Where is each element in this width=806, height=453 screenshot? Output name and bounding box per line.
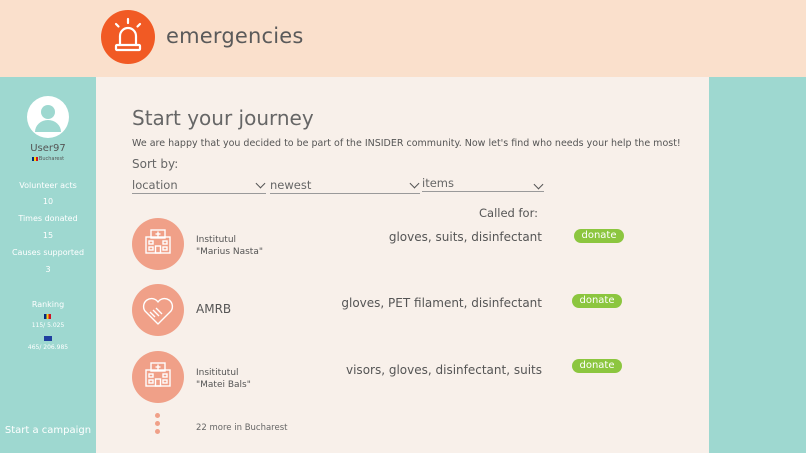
sort-location-select[interactable]: location: [132, 178, 266, 194]
org-name-line2: "Marius Nasta": [196, 247, 263, 257]
org-name-line1: Insititutul: [196, 368, 239, 378]
romania-flag-icon: [31, 156, 38, 161]
donate-button[interactable]: donate: [574, 229, 624, 243]
org-needs: visors, gloves, disinfectant, suits: [346, 363, 542, 377]
times-donated-value: 15: [42, 231, 54, 240]
ranking-label: Ranking: [31, 300, 65, 309]
sort-items-select[interactable]: items: [422, 176, 544, 192]
org-needs: gloves, suits, disinfectant: [388, 230, 542, 244]
page-title: Start your journey: [132, 106, 314, 130]
hospital-icon: [132, 351, 184, 403]
handshake-heart-icon: [132, 284, 184, 336]
hospital-icon: [132, 218, 184, 270]
avatar[interactable]: [27, 96, 69, 138]
times-donated-label: Times donated: [18, 214, 78, 223]
sidebar: User97 Bucharest Volunteer acts 10 Times…: [0, 77, 96, 453]
chevron-down-icon: [255, 178, 266, 189]
called-for-header: Called for:: [479, 206, 538, 220]
donate-button[interactable]: donate: [572, 359, 622, 373]
right-panel: [709, 77, 806, 453]
volunteer-acts-value: 10: [42, 197, 54, 206]
sort-items-value: items: [422, 176, 454, 190]
causes-supported-label: Causes supported: [11, 248, 85, 257]
romania-flag-icon: [0, 313, 96, 320]
username: User97: [30, 143, 66, 154]
org-name[interactable]: AMRB: [196, 303, 231, 315]
volunteer-acts-label: Volunteer acts: [19, 181, 77, 190]
more-link[interactable]: 22 more in Bucharest: [196, 423, 287, 433]
org-needs: gloves, PET filament, disinfectant: [341, 296, 542, 310]
sort-label: Sort by:: [132, 157, 179, 171]
org-name[interactable]: Insititutul "Matei Bals": [196, 367, 251, 391]
eu-flag-icon: [0, 335, 96, 342]
org-name[interactable]: Institutul "Marius Nasta": [196, 234, 263, 258]
start-campaign-link[interactable]: Start a campaign: [0, 425, 96, 436]
sort-location-value: location: [132, 178, 178, 192]
user-location: Bucharest: [0, 156, 96, 162]
donate-button[interactable]: donate: [572, 294, 622, 308]
more-dots-icon[interactable]: [155, 413, 161, 437]
chevron-down-icon: [533, 179, 544, 190]
chevron-down-icon: [409, 178, 420, 189]
app-brand: emergencies: [166, 24, 304, 48]
europe-rank: 465/ 206.985: [27, 344, 69, 351]
header: emergencies: [0, 0, 806, 77]
causes-supported-value: 3: [45, 265, 51, 274]
org-name-line1: Institutul: [196, 235, 237, 245]
siren-icon[interactable]: [101, 10, 155, 64]
sort-newest-value: newest: [270, 178, 312, 192]
location-label: Bucharest: [38, 156, 65, 162]
intro-text: We are happy that you decided to be part…: [132, 138, 681, 149]
sort-newest-select[interactable]: newest: [270, 178, 420, 194]
org-name-line2: "Matei Bals": [196, 380, 251, 390]
country-rank: 115/ 5.025: [31, 322, 65, 329]
